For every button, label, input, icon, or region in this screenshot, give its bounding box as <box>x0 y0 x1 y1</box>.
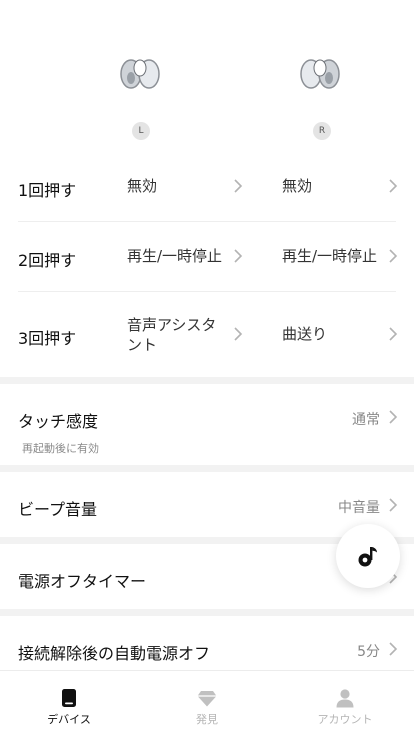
right-control-value: 曲送り <box>282 325 328 343</box>
chevron-right-icon <box>389 410 398 424</box>
left-side-badge: L <box>132 122 150 140</box>
setting-label: 接続解除後の自動電源オフ <box>18 644 211 663</box>
chevron-right-icon <box>389 179 398 193</box>
left-control-value: 再生/一時停止 <box>127 247 223 265</box>
control-row-label: 2回押す <box>18 251 77 270</box>
right-earbud-image <box>300 59 340 89</box>
chevron-right-icon <box>389 249 398 263</box>
right-side-badge: R <box>313 122 331 140</box>
chevron-right-icon <box>389 327 398 341</box>
setting-label: 電源オフタイマー <box>18 572 147 591</box>
nav-tab-discover[interactable]: 発見 <box>138 671 276 732</box>
device-icon <box>62 689 76 707</box>
control-row-label: 3回押す <box>18 329 77 348</box>
setting-label: タッチ感度 <box>18 412 99 431</box>
chevron-right-icon <box>389 642 398 656</box>
control-row-press-1: 1回押す 無効 無効 <box>0 152 414 222</box>
control-row-label: 1回押す <box>18 181 77 200</box>
bottom-navigation: デバイス 発見 アカウント <box>0 670 414 732</box>
touch-sensitivity-setting[interactable]: タッチ感度 再起動後に有効 通常 <box>0 384 414 465</box>
chevron-right-icon <box>234 179 243 193</box>
earbud-controls-card: L R 1回押す 無効 無効 2回押す 再生/一時停止 再生/一時停止 3回押す… <box>0 0 414 377</box>
left-control-value: 無効 <box>127 177 158 195</box>
setting-value: 中音量 <box>338 500 380 516</box>
diamond-icon <box>197 691 217 707</box>
control-row-press-3: 3回押す 音声アシスタント 曲送り <box>0 292 414 377</box>
nav-tab-label: 発見 <box>196 713 218 726</box>
person-icon <box>336 689 354 708</box>
control-row-press-2: 2回押す 再生/一時停止 再生/一時停止 <box>0 222 414 292</box>
chevron-right-icon <box>389 498 398 512</box>
nav-tab-label: デバイス <box>47 713 91 726</box>
setting-subtext: 再起動後に有効 <box>22 442 99 455</box>
nav-tab-label: アカウント <box>317 713 373 726</box>
chevron-right-icon <box>234 249 243 263</box>
chevron-right-icon <box>234 327 243 341</box>
setting-label: ビープ音量 <box>18 500 98 519</box>
left-control-value: 音声アシスタント <box>127 316 217 354</box>
nav-tab-account[interactable]: アカウント <box>276 671 414 732</box>
setting-value: 5分 <box>357 644 380 660</box>
setting-value: 通常 <box>352 412 380 428</box>
right-control-value: 無効 <box>282 177 313 195</box>
right-control-value: 再生/一時停止 <box>282 247 378 265</box>
music-note-icon <box>358 547 377 567</box>
auto-power-off-setting[interactable]: 接続解除後の自動電源オフ 5分 <box>0 616 414 670</box>
left-earbud-image <box>120 59 160 89</box>
nav-tab-device[interactable]: デバイス <box>0 671 138 732</box>
music-player-button[interactable] <box>336 524 400 588</box>
